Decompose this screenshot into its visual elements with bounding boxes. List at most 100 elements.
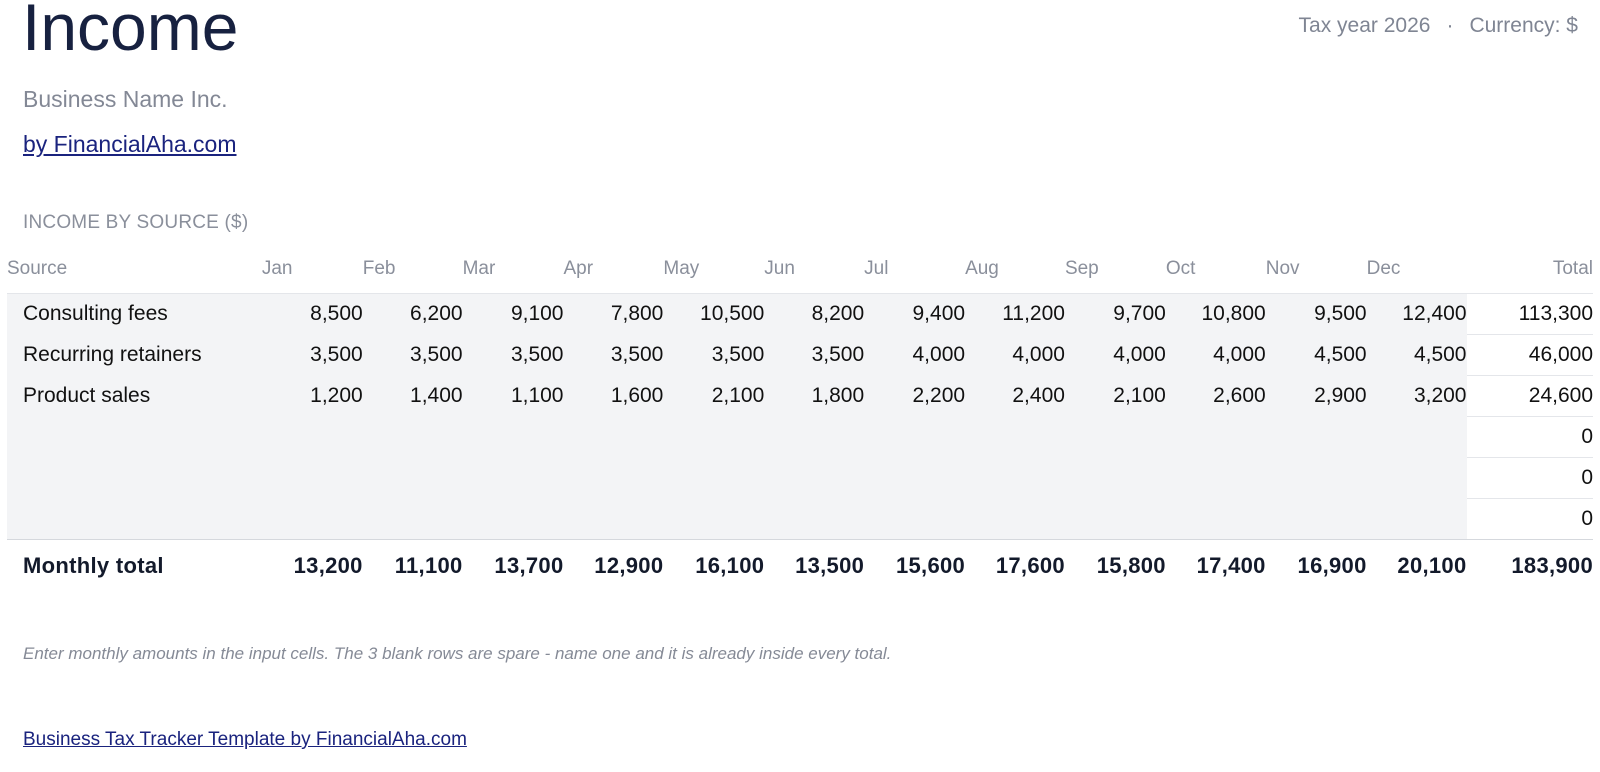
amount-input-cell[interactable]: 4,500 — [1265, 334, 1367, 376]
amount-input-cell[interactable] — [864, 498, 966, 540]
amount-input-cell[interactable] — [965, 498, 1065, 540]
amount-input-cell[interactable] — [764, 457, 865, 499]
amount-input-cell[interactable] — [1064, 498, 1166, 540]
amount-input-cell[interactable]: 9,400 — [864, 293, 966, 335]
amount-input-cell[interactable]: 7,800 — [563, 293, 664, 335]
amount-input-cell[interactable] — [1366, 457, 1467, 499]
source-input-cell[interactable]: Consulting fees — [7, 293, 262, 335]
monthly-total-label: Monthly total — [23, 553, 164, 578]
amount-input-cell[interactable] — [965, 457, 1065, 499]
amount-input-cell[interactable] — [663, 457, 765, 499]
amount-input-cell[interactable] — [663, 498, 765, 540]
source-input-cell[interactable] — [7, 457, 262, 499]
amount-input-cell[interactable]: 2,100 — [663, 375, 765, 417]
sheet-meta: Tax year 2026 · Currency: $ — [1299, 14, 1578, 38]
amount-input-cell[interactable]: 4,500 — [1366, 334, 1467, 376]
amount-input-cell[interactable]: 10,500 — [663, 293, 765, 335]
amount-input-cell[interactable]: 8,200 — [764, 293, 865, 335]
amount-input-cell[interactable] — [663, 416, 765, 458]
amount-input-cell[interactable]: 1,400 — [362, 375, 463, 417]
table-row: Consulting fees 8,500 6,200 9,100 7,800 10,50… — [7, 293, 1593, 335]
amount-input-cell[interactable]: 4,000 — [1064, 334, 1166, 376]
amount-input-cell[interactable] — [563, 498, 664, 540]
amount-input-cell[interactable]: 3,500 — [764, 334, 865, 376]
amount-input-cell[interactable] — [1064, 457, 1166, 499]
table-row: 0 — [7, 416, 1593, 458]
amount-input-cell[interactable]: 8,500 — [261, 293, 363, 335]
source-input-cell[interactable] — [7, 498, 262, 540]
source-input-cell[interactable]: Product sales — [7, 375, 262, 417]
amount-input-cell[interactable]: 3,500 — [462, 334, 564, 376]
amount-input-cell[interactable]: 1,600 — [563, 375, 664, 417]
amount-input-cell[interactable]: 4,000 — [965, 334, 1065, 376]
amount-input-cell[interactable] — [1165, 416, 1266, 458]
by-financialaha-link[interactable]: by FinancialAha.com — [23, 131, 237, 158]
amount-input-cell[interactable]: 12,400 — [1366, 293, 1467, 335]
amount-input-cell[interactable] — [965, 416, 1065, 458]
amount-input-cell[interactable]: 3,500 — [261, 334, 363, 376]
column-header-month: Oct — [1165, 258, 1266, 294]
amount-input-cell[interactable]: 3,200 — [1366, 375, 1467, 417]
footer-template-link[interactable]: Business Tax Tracker Template by Financi… — [23, 729, 467, 751]
amount-input-cell[interactable] — [1265, 416, 1367, 458]
amount-input-cell[interactable]: 4,000 — [864, 334, 966, 376]
amount-input-cell[interactable] — [764, 416, 865, 458]
amount-input-cell[interactable]: 3,500 — [663, 334, 765, 376]
row-total-cell: 0 — [1466, 416, 1593, 458]
amount-input-cell[interactable] — [1366, 416, 1467, 458]
amount-input-cell[interactable]: 9,100 — [462, 293, 564, 335]
amount-input-cell[interactable]: 1,200 — [261, 375, 363, 417]
amount-input-cell[interactable]: 1,100 — [462, 375, 564, 417]
amount-input-cell[interactable] — [1165, 457, 1266, 499]
amount-input-cell[interactable] — [1265, 498, 1367, 540]
amount-input-cell[interactable]: 2,400 — [965, 375, 1065, 417]
amount-input-cell[interactable]: 3,500 — [362, 334, 463, 376]
amount-input-cell[interactable]: 2,100 — [1064, 375, 1166, 417]
amount-input-cell[interactable]: 11,200 — [965, 293, 1065, 335]
amount-input-cell[interactable]: 2,600 — [1165, 375, 1266, 417]
amount-input-cell[interactable] — [362, 416, 463, 458]
amount-input-cell[interactable] — [261, 416, 363, 458]
amount-input-cell[interactable] — [1064, 416, 1166, 458]
column-header-month: Feb — [362, 258, 463, 294]
amount-input-cell[interactable]: 9,500 — [1265, 293, 1367, 335]
table-row: 0 — [7, 457, 1593, 499]
table-row: 0 — [7, 498, 1593, 540]
amount-input-cell[interactable] — [864, 416, 966, 458]
amount-input-cell[interactable] — [563, 457, 664, 499]
amount-input-cell[interactable]: 10,800 — [1165, 293, 1266, 335]
amount-input-cell[interactable]: 1,800 — [764, 375, 865, 417]
amount-input-cell[interactable] — [1165, 498, 1266, 540]
monthly-total-cell: 17,400 — [1196, 553, 1266, 578]
amount-input-cell[interactable] — [462, 457, 564, 499]
amount-input-cell[interactable]: 4,000 — [1165, 334, 1266, 376]
amount-input-cell[interactable]: 9,700 — [1064, 293, 1166, 335]
amount-input-cell[interactable] — [261, 498, 363, 540]
amount-input-cell[interactable] — [1265, 457, 1367, 499]
amount-input-cell[interactable] — [764, 498, 865, 540]
column-header-total: Total — [1466, 258, 1593, 294]
amount-input-cell[interactable]: 3,500 — [563, 334, 664, 376]
amount-input-cell[interactable] — [1366, 498, 1467, 540]
column-header-month: Sep — [1064, 258, 1166, 294]
amount-input-cell[interactable]: 2,200 — [864, 375, 966, 417]
grand-total-cell: 183,900 — [1511, 553, 1593, 578]
amount-input-cell[interactable] — [563, 416, 664, 458]
amount-input-cell[interactable] — [362, 498, 463, 540]
amount-input-cell[interactable] — [462, 416, 564, 458]
monthly-total-cell: 12,900 — [594, 553, 664, 578]
source-input-cell[interactable] — [7, 416, 262, 458]
amount-input-cell[interactable] — [362, 457, 463, 499]
amount-input-cell[interactable]: 2,900 — [1265, 375, 1367, 417]
amount-input-cell[interactable] — [864, 457, 966, 499]
amount-input-cell[interactable] — [462, 498, 564, 540]
monthly-total-cell: 16,100 — [695, 553, 765, 578]
table-body: Consulting fees 8,500 6,200 9,100 7,800 10,50… — [7, 293, 1593, 540]
column-header-month: Jan — [261, 258, 363, 294]
row-total-cell: 46,000 — [1466, 334, 1593, 376]
amount-input-cell[interactable] — [261, 457, 363, 499]
page-title: Income — [22, 0, 239, 64]
amount-input-cell[interactable]: 6,200 — [362, 293, 463, 335]
source-input-cell[interactable]: Recurring retainers — [7, 334, 262, 376]
row-total-cell: 24,600 — [1466, 375, 1593, 417]
